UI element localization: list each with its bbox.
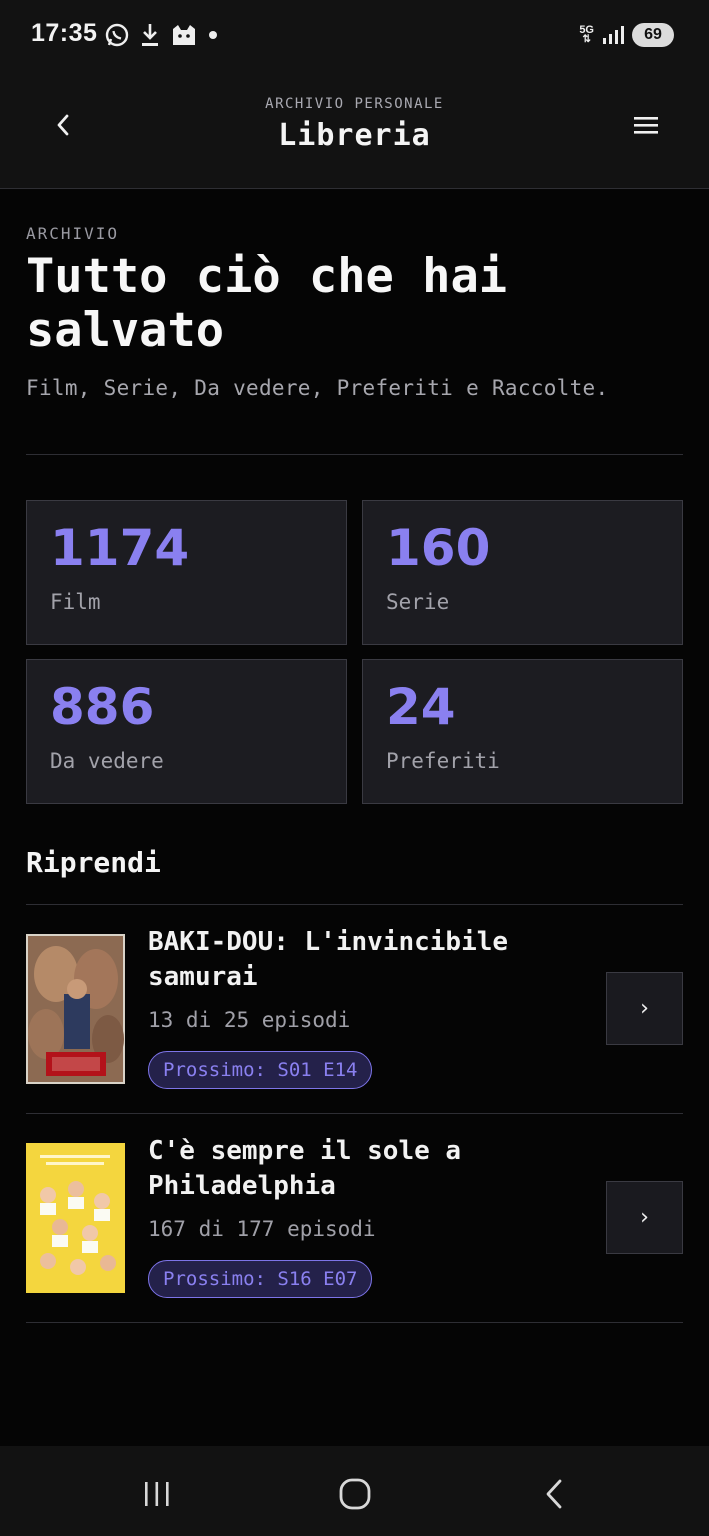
episode-progress: 167 di 177 episodi (148, 1217, 376, 1241)
stat-card-serie[interactable]: 160 Serie (362, 500, 683, 645)
download-icon (142, 24, 158, 46)
home-button[interactable] (335, 1474, 375, 1514)
cat-app-icon (173, 25, 195, 45)
system-icons: 5G ⇅ 69 (579, 20, 674, 50)
stat-card-preferiti[interactable]: 24 Preferiti (362, 659, 683, 804)
stat-card-film[interactable]: 1174 Film (26, 500, 347, 645)
dot-icon (209, 31, 217, 39)
stat-value: 886 (50, 678, 155, 736)
data-arrows-icon: ⇅ (582, 34, 591, 45)
open-button[interactable]: › (606, 972, 683, 1045)
page-title: Libreria (278, 118, 431, 153)
menu-button[interactable] (625, 104, 667, 146)
battery-indicator: 69 (632, 23, 674, 47)
archive-title: Tutto ciò che hai salvato (26, 249, 508, 358)
app-header: ARCHIVIO PERSONALE Libreria (0, 66, 709, 189)
resume-section-title: Riprendi (26, 846, 161, 879)
stat-card-da-vedere[interactable]: 886 Da vedere (26, 659, 347, 804)
recents-icon (145, 1482, 169, 1506)
header-kicker: ARCHIVIO PERSONALE (265, 96, 444, 112)
status-time: 17:35 (31, 19, 98, 47)
poster-art (26, 934, 125, 1084)
show-title: BAKI-DOU: L'invincibile samurai (148, 927, 509, 992)
poster-image-philadelphia (26, 1143, 125, 1293)
signal-icon (603, 26, 624, 44)
episode-progress: 13 di 25 episodi (148, 1008, 351, 1032)
divider (26, 454, 683, 455)
show-title: C'è sempre il sole a Philadelphia (148, 1136, 462, 1201)
stat-label: Da vedere (50, 749, 164, 773)
system-back-button[interactable] (534, 1474, 574, 1514)
stat-label: Serie (386, 590, 450, 614)
hamburger-menu-icon (634, 117, 658, 134)
stat-value: 160 (386, 519, 491, 577)
recents-button[interactable] (137, 1474, 177, 1514)
poster-image-baki (26, 934, 125, 1084)
whatsapp-icon (105, 23, 129, 47)
back-icon (546, 1479, 562, 1509)
stat-value: 1174 (50, 519, 190, 577)
stat-value: 24 (386, 678, 456, 736)
open-button[interactable]: › (606, 1181, 683, 1254)
stat-label: Preferiti (386, 749, 500, 773)
next-episode-badge: Prossimo: S16 E07 (148, 1260, 373, 1298)
status-bar: 17:35 5G ⇅ 69 (0, 0, 709, 66)
list-item[interactable]: C'è sempre il sole a Philadelphia 167 di… (26, 1114, 683, 1323)
home-icon (339, 1478, 371, 1510)
next-episode-badge: Prossimo: S01 E14 (148, 1051, 373, 1089)
stat-label: Film (50, 590, 101, 614)
archive-subtitle: Film, Serie, Da vedere, Preferiti e Racc… (26, 376, 609, 400)
poster-art (26, 1143, 125, 1293)
notification-icons (104, 20, 219, 50)
system-nav-bar (0, 1446, 709, 1536)
section-kicker: ARCHIVIO (26, 224, 120, 243)
list-item[interactable]: BAKI-DOU: L'invincibile samurai 13 di 25… (26, 905, 683, 1114)
network-type: 5G ⇅ (579, 25, 594, 45)
